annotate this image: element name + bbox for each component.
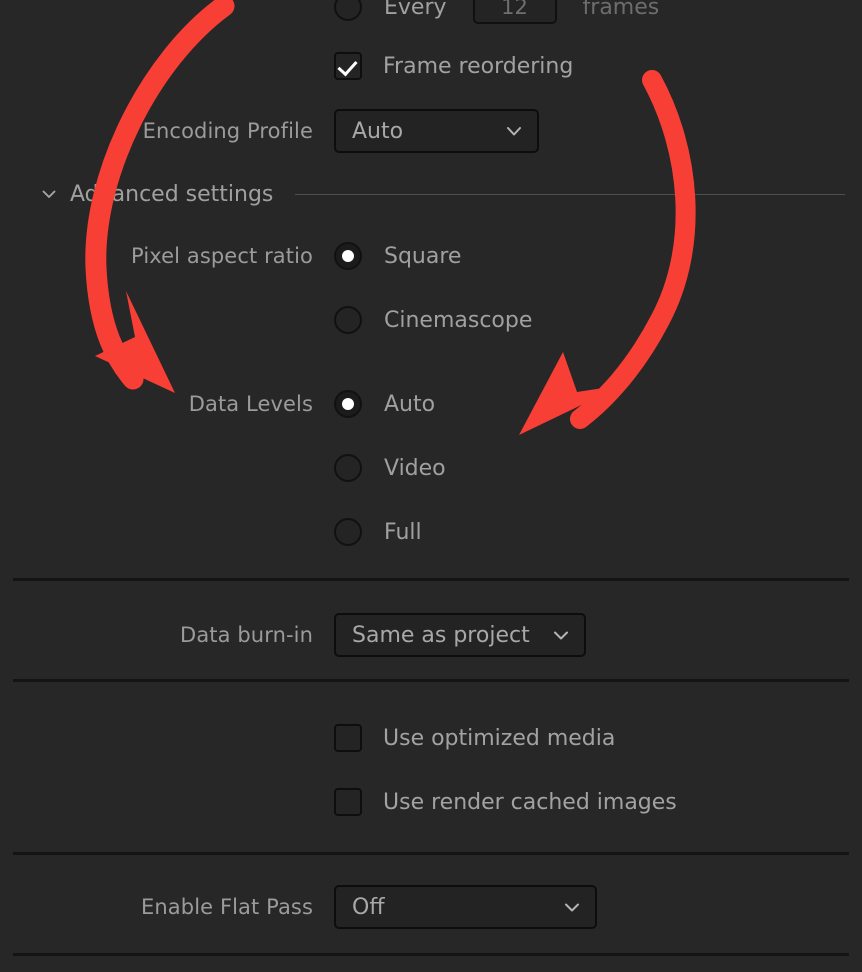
checkbox-use-optimized-media[interactable] [334, 724, 362, 752]
section-rule [295, 193, 845, 195]
divider-4 [13, 953, 849, 956]
data-burn-in-control: Same as project [334, 613, 586, 657]
every-frames-value: 12 [501, 0, 528, 19]
row-pixel-aspect-cinemascope: Cinemascope [0, 302, 862, 338]
data-levels-option-video[interactable]: Video [334, 454, 446, 482]
section-advanced-settings[interactable]: Advanced settings [0, 179, 862, 209]
data-levels-option-auto[interactable]: Auto [334, 390, 435, 418]
dropdown-value-encoding-profile: Auto [352, 118, 404, 144]
row-use-render-cached-images: Use render cached images [0, 784, 862, 820]
chevron-down-icon [563, 898, 581, 916]
checkbox-label-use-optimized-media: Use optimized media [383, 725, 616, 751]
label-pixel-aspect-ratio: Pixel aspect ratio [131, 244, 313, 268]
chevron-down-icon [505, 122, 523, 140]
row-use-optimized-media: Use optimized media [0, 720, 862, 756]
row-data-burn-in: Data burn-in Same as project [0, 612, 862, 658]
encoding-profile-control: Auto [334, 109, 539, 153]
row-every-frames: Every 12 frames [0, 0, 862, 26]
label-enable-flat-pass: Enable Flat Pass [141, 895, 313, 919]
dropdown-value-data-burn-in: Same as project [352, 622, 530, 648]
dropdown-enable-flat-pass[interactable]: Off [334, 885, 597, 929]
checkbox-label-frame-reordering: Frame reordering [383, 53, 574, 79]
radio-label-auto: Auto [384, 391, 436, 417]
label-data-levels: Data Levels [188, 392, 313, 416]
label-encoding-profile: Encoding Profile [142, 119, 313, 143]
radio-label-video: Video [384, 455, 446, 481]
checkbox-label-use-render-cached-images: Use render cached images [383, 789, 677, 815]
radio-label-cinemascope: Cinemascope [384, 307, 533, 333]
row-data-levels: Data Levels Auto [0, 386, 862, 422]
every-frames-input[interactable]: 12 [472, 0, 557, 24]
radio-data-levels-auto[interactable] [334, 390, 362, 418]
render-settings-panel: Every 12 frames Frame reordering Encodin… [0, 0, 862, 972]
use-optimized-media-control[interactable]: Use optimized media [334, 724, 615, 752]
radio-dot [342, 398, 354, 410]
radio-pixel-aspect-square[interactable] [334, 242, 362, 270]
radio-dot [342, 250, 354, 262]
row-frame-reordering: Frame reordering [0, 48, 862, 84]
row-enable-flat-pass: Enable Flat Pass Off [0, 884, 862, 930]
radio-label-square: Square [384, 243, 462, 269]
divider-2 [13, 679, 849, 682]
row-pixel-aspect-ratio: Pixel aspect ratio Square [0, 238, 862, 274]
pixel-aspect-ratio-option-cinemascope[interactable]: Cinemascope [334, 306, 532, 334]
dropdown-data-burn-in[interactable]: Same as project [334, 613, 586, 657]
enable-flat-pass-control: Off [334, 885, 597, 929]
divider-1 [13, 578, 849, 581]
data-levels-option-full[interactable]: Full [334, 518, 422, 546]
dropdown-value-enable-flat-pass: Off [352, 894, 385, 920]
divider-3 [13, 852, 849, 855]
frame-reordering-control[interactable]: Frame reordering [334, 52, 573, 80]
checkbox-use-render-cached-images[interactable] [334, 788, 362, 816]
dropdown-encoding-profile[interactable]: Auto [334, 109, 539, 153]
row-encoding-profile: Encoding Profile Auto [0, 108, 862, 154]
radio-pixel-aspect-cinemascope[interactable] [334, 306, 362, 334]
every-frames-unit: frames [582, 0, 660, 20]
label-data-burn-in: Data burn-in [180, 623, 313, 647]
pixel-aspect-ratio-option-square[interactable]: Square [334, 242, 461, 270]
row-data-levels-video: Video [0, 450, 862, 486]
radio-data-levels-full[interactable] [334, 518, 362, 546]
use-render-cached-images-control[interactable]: Use render cached images [334, 788, 677, 816]
radio-label-every: Every [384, 0, 447, 20]
checkbox-frame-reordering[interactable] [334, 52, 362, 80]
every-frames-control[interactable]: Every 12 frames [334, 0, 659, 24]
radio-label-full: Full [384, 519, 422, 545]
section-title-advanced-settings: Advanced settings [70, 181, 274, 207]
chevron-down-icon[interactable] [40, 185, 58, 203]
radio-every-frames[interactable] [334, 0, 362, 21]
chevron-down-icon [552, 626, 570, 644]
radio-data-levels-video[interactable] [334, 454, 362, 482]
row-data-levels-full: Full [0, 514, 862, 550]
